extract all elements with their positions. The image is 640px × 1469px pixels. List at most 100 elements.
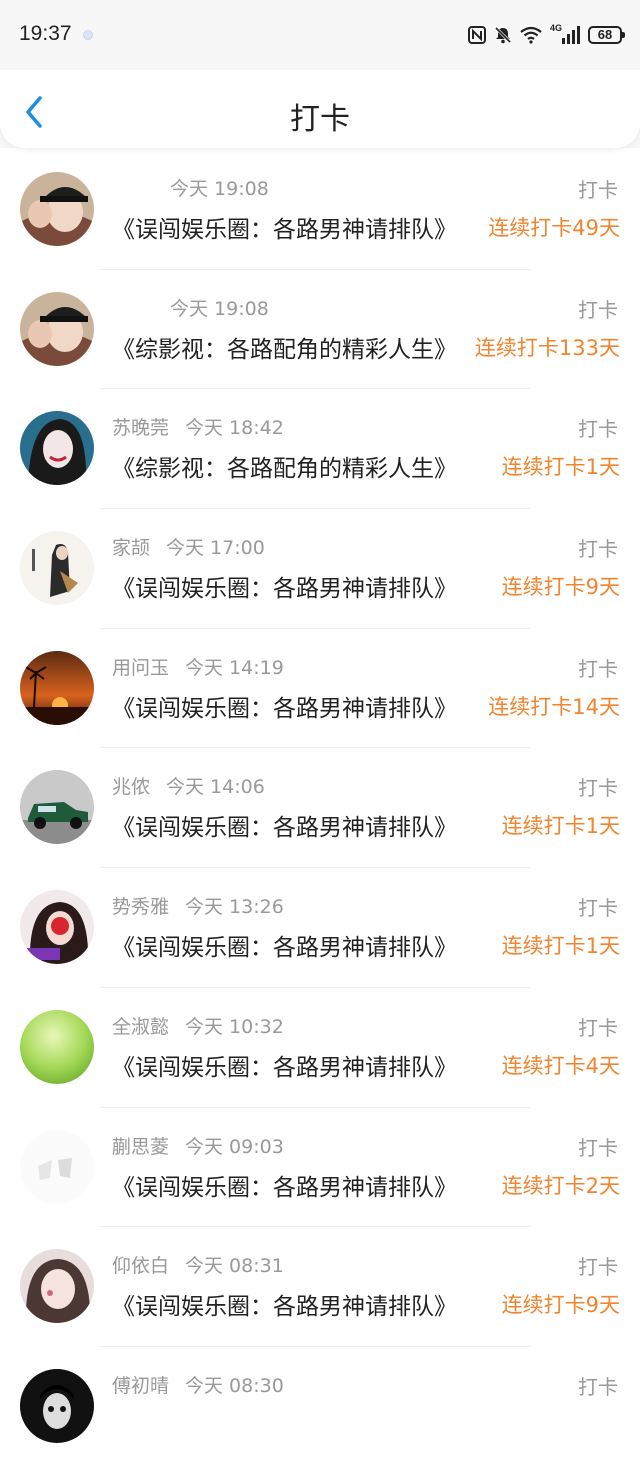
avatar-girl-cap-icon xyxy=(20,172,94,246)
record-time: 今天 14:19 xyxy=(185,656,284,679)
list-item[interactable]: 今天 19:08 打卡 《误闯娱乐圈：各路男神请排队》 连续打卡49天 xyxy=(0,152,640,272)
user-name[interactable]: 苏晚莞 xyxy=(112,417,169,439)
book-title[interactable]: 《综影视：各路配角的精彩人生》 xyxy=(112,330,457,364)
list-item[interactable]: 仰依白 今天 08:31 打卡 《误闯娱乐圈：各路男神请排队》 连续打卡9天 xyxy=(0,1229,640,1349)
status-time: 19:37 xyxy=(19,22,72,45)
user-name[interactable]: 全淑懿 xyxy=(112,1016,169,1038)
list-item[interactable]: 家颉 今天 17:00 打卡 《误闯娱乐圈：各路男神请排队》 连续打卡9天 xyxy=(0,511,640,631)
divider xyxy=(100,1226,530,1228)
divider xyxy=(100,268,530,270)
record-meta: 蒯思菱 今天 09:03 xyxy=(112,1132,284,1159)
battery-icon: 68 xyxy=(588,26,625,44)
divider xyxy=(100,1106,530,1108)
avatar[interactable] xyxy=(20,172,94,246)
book-title[interactable]: 《误闯娱乐圈：各路男神请排队》 xyxy=(112,210,457,244)
record-time: 今天 10:32 xyxy=(185,1015,284,1038)
list-item[interactable]: 傅初晴 今天 08:30 打卡 xyxy=(0,1349,640,1469)
user-name[interactable]: 傅初晴 xyxy=(112,1375,169,1397)
list-item[interactable]: 蒯思菱 今天 09:03 打卡 《误闯娱乐圈：各路男神请排队》 连续打卡2天 xyxy=(0,1110,640,1230)
checkin-list: 今天 19:08 打卡 《误闯娱乐圈：各路男神请排队》 连续打卡49天 今天 1… xyxy=(0,152,640,1469)
divider xyxy=(100,627,530,629)
list-item[interactable]: 用问玉 今天 14:19 打卡 《误闯娱乐圈：各路男神请排队》 连续打卡14天 xyxy=(0,631,640,751)
signal-4g-icon: 4G xyxy=(550,23,580,44)
record-meta: 苏晚莞 今天 18:42 xyxy=(112,413,284,440)
divider xyxy=(100,867,530,869)
book-title[interactable]: 《误闯娱乐圈：各路男神请排队》 xyxy=(112,808,457,842)
streak-count: 连续打卡1天 xyxy=(501,455,620,480)
record-action: 打卡 xyxy=(578,537,618,562)
book-title[interactable]: 《综影视：各路配角的精彩人生》 xyxy=(112,449,457,483)
divider xyxy=(100,986,530,988)
streak-count: 连续打卡49天 xyxy=(488,216,620,240)
record-time: 今天 13:26 xyxy=(185,896,284,919)
record-action: 打卡 xyxy=(578,896,618,921)
record-time: 今天 09:03 xyxy=(185,1135,284,1158)
avatar-woman-dark-hair-icon xyxy=(20,411,94,486)
avatar-white-sketch-icon xyxy=(20,1129,94,1204)
user-name[interactable]: 用问玉 xyxy=(112,657,169,679)
avatar[interactable] xyxy=(20,1368,94,1443)
list-item[interactable]: 苏晚莞 今天 18:42 打卡 《综影视：各路配角的精彩人生》 连续打卡1天 xyxy=(0,391,640,511)
book-title[interactable]: 《误闯娱乐圈：各路男神请排队》 xyxy=(112,928,457,962)
record-action: 打卡 xyxy=(578,776,618,801)
mute-bell-icon xyxy=(494,26,512,44)
list-item[interactable]: 势秀雅 今天 13:26 打卡 《误闯娱乐圈：各路男神请排队》 连续打卡1天 xyxy=(0,870,640,990)
avatar[interactable] xyxy=(20,411,94,486)
avatar-ink-warrior-icon xyxy=(20,531,94,606)
divider xyxy=(100,508,530,510)
streak-count: 连续打卡9天 xyxy=(501,575,620,600)
record-meta: 全淑懿 今天 10:32 xyxy=(112,1012,284,1039)
avatar[interactable] xyxy=(20,650,94,725)
user-name[interactable]: 蒯思菱 xyxy=(112,1136,169,1158)
header: 打卡 xyxy=(0,70,640,148)
streak-count: 连续打卡4天 xyxy=(501,1053,620,1078)
record-action: 打卡 xyxy=(578,178,618,202)
avatar-vintage-car-icon xyxy=(20,770,94,845)
avatar[interactable] xyxy=(20,1129,94,1204)
record-time: 今天 08:30 xyxy=(185,1374,284,1397)
avatar-girl-face-icon xyxy=(20,1249,94,1324)
user-name[interactable]: 兆侬 xyxy=(112,776,150,798)
record-meta: 兆侬 今天 14:06 xyxy=(112,772,265,799)
record-meta: 傅初晴 今天 08:30 xyxy=(112,1371,284,1398)
record-action: 打卡 xyxy=(578,297,618,322)
record-time: 今天 08:31 xyxy=(185,1255,284,1278)
list-item[interactable]: 兆侬 今天 14:06 打卡 《误闯娱乐圈：各路男神请排队》 连续打卡1天 xyxy=(0,750,640,870)
list-item[interactable]: 今天 19:08 打卡 《综影视：各路配角的精彩人生》 连续打卡133天 xyxy=(0,272,640,392)
streak-count: 连续打卡14天 xyxy=(488,694,620,719)
book-title[interactable]: 《误闯娱乐圈：各路男神请排队》 xyxy=(112,569,457,603)
record-meta: 仰依白 今天 08:31 xyxy=(112,1251,284,1278)
streak-count: 连续打卡1天 xyxy=(501,814,620,839)
record-meta: 用问玉 今天 14:19 xyxy=(112,653,284,680)
avatar-green-orb-icon xyxy=(20,1009,94,1084)
book-title[interactable]: 《误闯娱乐圈：各路男神请排队》 xyxy=(112,689,457,723)
record-action: 打卡 xyxy=(578,1255,618,1280)
record-meta: 今天 19:08 xyxy=(170,174,269,201)
user-name[interactable]: 仰依白 xyxy=(112,1255,169,1277)
user-name[interactable]: 家颉 xyxy=(112,537,150,559)
avatar-dark-portrait-icon xyxy=(20,1368,94,1443)
book-title[interactable]: 《误闯娱乐圈：各路男神请排队》 xyxy=(112,1048,457,1082)
avatar-girl-red-icon xyxy=(20,890,94,965)
record-time: 今天 18:42 xyxy=(185,417,284,440)
avatar[interactable] xyxy=(20,1009,94,1084)
avatar[interactable] xyxy=(20,770,94,845)
list-item[interactable]: 全淑懿 今天 10:32 打卡 《误闯娱乐圈：各路男神请排队》 连续打卡4天 xyxy=(0,990,640,1110)
streak-count: 连续打卡133天 xyxy=(474,335,620,360)
book-title[interactable]: 《误闯娱乐圈：各路男神请排队》 xyxy=(112,1287,457,1321)
avatar[interactable] xyxy=(20,1249,94,1324)
divider xyxy=(100,388,530,390)
avatar-sunset-icon xyxy=(20,650,94,725)
streak-count: 连续打卡1天 xyxy=(501,934,620,959)
avatar[interactable] xyxy=(20,890,94,965)
streak-count: 连续打卡9天 xyxy=(501,1293,620,1318)
status-icons: 4G 68 xyxy=(468,23,625,46)
record-action: 打卡 xyxy=(578,656,618,681)
avatar[interactable] xyxy=(20,531,94,606)
record-action: 打卡 xyxy=(578,1374,618,1399)
header-card: 打卡 xyxy=(0,70,640,148)
avatar[interactable] xyxy=(20,291,94,366)
book-title[interactable]: 《误闯娱乐圈：各路男神请排队》 xyxy=(112,1168,457,1202)
user-name[interactable]: 势秀雅 xyxy=(112,896,169,918)
nfc-icon xyxy=(468,26,486,44)
